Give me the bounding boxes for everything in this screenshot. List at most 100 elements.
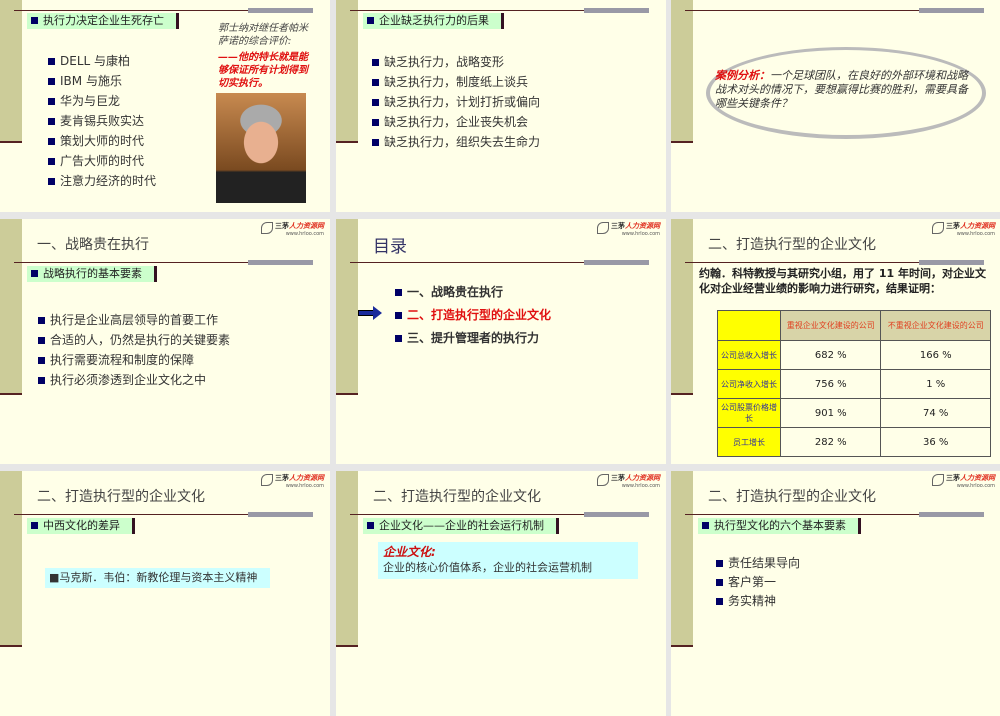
definition-label: 企业文化: — [383, 545, 436, 559]
slide-thumbnail-5[interactable]: 目录 三茅人力资源网 www.hrloo.com 一、战略贵在执行 二、打造执行型… — [336, 219, 666, 464]
slide-title: 二、打造执行型的企业文化 — [708, 237, 876, 253]
table-row: 公司总收入增长 682 % 166 % — [717, 340, 991, 370]
quote-red: ——他的特长就是能够保证所有计划得到切实执行。 — [218, 52, 308, 89]
slide-thumbnail-6[interactable]: 二、打造执行型的企业文化 三茅人力资源网 www.hrloo.com 约翰．科特教… — [671, 219, 1000, 464]
logo-url: www.hrloo.com — [956, 231, 995, 237]
bullet: 执行需要流程和制度的保障 — [38, 351, 194, 368]
logo-url: www.hrloo.com — [621, 231, 660, 237]
divider-bar — [248, 260, 313, 265]
divider-bar — [919, 260, 984, 265]
logo-url: www.hrloo.com — [285, 483, 324, 489]
logo-name: 三茅 — [611, 474, 625, 482]
bullet: 缺乏执行力，企业丧失机会 — [372, 113, 528, 130]
table-corner — [717, 310, 781, 341]
divider-bar — [248, 512, 313, 517]
row-header: 员工增长 — [717, 427, 781, 457]
intro-text: 约翰．科特教授与其研究小组，用了 11 年时间，对企业文化对企业经营业绩的影响力… — [699, 267, 986, 295]
slide-thumbnail-8[interactable]: 二、打造执行型的企业文化 三茅人力资源网 www.hrloo.com 企业文化——… — [336, 471, 666, 716]
slide-side-strip — [336, 0, 358, 143]
slide-header: 执行型文化的六个基本要素 — [698, 518, 861, 534]
table-row: 公司净收入增长 756 % 1 % — [717, 369, 991, 399]
row-header: 公司净收入增长 — [717, 369, 781, 399]
bullet: 注意力经济的时代 — [48, 172, 156, 189]
logo-accent: 人力资源网 — [625, 222, 660, 230]
bullet: 广告大师的时代 — [48, 152, 144, 169]
logo-accent: 人力资源网 — [625, 474, 660, 482]
table-row: 公司股票价格增长 901 % 74 % — [717, 398, 991, 428]
slide-header: 企业缺乏执行力的后果 — [363, 13, 504, 29]
quote-text: 郭士纳对继任者帕米萨诺的综合评价: — [218, 23, 308, 47]
row-header: 公司股票价格增长 — [717, 398, 781, 428]
table-cell: 1 % — [880, 369, 991, 399]
slide-side-strip — [671, 0, 693, 143]
hrloo-logo: 三茅人力资源网 www.hrloo.com — [597, 222, 660, 238]
logo-accent: 人力资源网 — [960, 222, 995, 230]
table-row: 员工增长 282 % 36 % — [717, 427, 991, 457]
bullet: 务实精神 — [716, 592, 776, 609]
toc-item-current: 二、打造执行型的企业文化 — [395, 306, 551, 323]
slide-header: 战略执行的基本要素 — [27, 266, 157, 282]
slide-header: 企业文化——企业的社会运行机制 — [363, 518, 559, 534]
logo-name: 三茅 — [275, 222, 289, 230]
divider-bar — [584, 260, 649, 265]
logo-name: 三茅 — [946, 474, 960, 482]
divider-bar — [584, 512, 649, 517]
bullet: IBM 与施乐 — [48, 72, 122, 89]
toc-item: 一、战略贵在执行 — [395, 283, 503, 300]
bullet: 执行是企业高层领导的首要工作 — [38, 311, 218, 328]
arrow-head — [373, 306, 382, 320]
bullet: 麦肯锡兵败实达 — [48, 112, 144, 129]
slide-side-strip — [671, 219, 693, 395]
slide-thumbnail-2[interactable]: 企业缺乏执行力的后果 缺乏执行力，战略变形 缺乏执行力，制度纸上谈兵 缺乏执行力… — [336, 0, 666, 212]
logo-url: www.hrloo.com — [621, 483, 660, 489]
bullet: 缺乏执行力，计划打折或偏向 — [372, 93, 540, 110]
table-cell: 74 % — [880, 398, 991, 428]
logo-accent: 人力资源网 — [960, 474, 995, 482]
hrloo-logo: 三茅人力资源网 www.hrloo.com — [932, 474, 995, 490]
bullet: 缺乏执行力，战略变形 — [372, 53, 504, 70]
logo-name: 三茅 — [611, 222, 625, 230]
column-header: 重视企业文化建设的公司 — [779, 310, 882, 341]
hrloo-logo: 三茅人力资源网 www.hrloo.com — [932, 222, 995, 238]
slide-header: 执行力决定企业生死存亡 — [27, 13, 179, 29]
definition-box: 企业文化: 企业的核心价值体系，企业的社会运营机制 — [378, 542, 638, 579]
divider-bar — [919, 8, 984, 13]
bullet: 策划大师的时代 — [48, 132, 144, 149]
results-table: 重视企业文化建设的公司 不重视企业文化建设的公司 公司总收入增长 682 % 166… — [717, 310, 991, 457]
table-cell: 682 % — [779, 340, 882, 370]
slide-thumbnail-4[interactable]: 一、战略贵在执行 三茅人力资源网 www.hrloo.com 战略执行的基本要素 … — [0, 219, 330, 464]
slide-title: 二、打造执行型的企业文化 — [373, 489, 541, 505]
slide-thumbnail-7[interactable]: 二、打造执行型的企业文化 三茅人力资源网 www.hrloo.com 中西文化的差… — [0, 471, 330, 716]
column-header: 不重视企业文化建设的公司 — [880, 310, 991, 341]
slide-title: 二、打造执行型的企业文化 — [708, 489, 876, 505]
table-cell: 901 % — [779, 398, 882, 428]
logo-accent: 人力资源网 — [289, 222, 324, 230]
slide-title: 目录 — [373, 237, 407, 257]
logo-url: www.hrloo.com — [956, 483, 995, 489]
quote-box: ■马克斯．韦伯：新教伦理与资本主义精神 — [45, 568, 270, 588]
slide-thumbnail-3[interactable]: 案例分析：一个足球团队，在良好的外部环境和战略战术对头的情况下，要想赢得比赛的胜… — [671, 0, 1000, 212]
slide-title: 二、打造执行型的企业文化 — [37, 489, 205, 505]
slide-thumbnail-9[interactable]: 二、打造执行型的企业文化 三茅人力资源网 www.hrloo.com 执行型文化的… — [671, 471, 1000, 716]
slide-title: 一、战略贵在执行 — [37, 237, 149, 253]
bullet: 缺乏执行力，制度纸上谈兵 — [372, 73, 528, 90]
slide-thumbnail-1[interactable]: 执行力决定企业生死存亡 DELL 与康柏 IBM 与施乐 华为与巨龙 麦肯锡兵败… — [0, 0, 330, 212]
definition-text: 企业的核心价值体系，企业的社会运营机制 — [383, 561, 592, 574]
bullet: 责任结果导向 — [716, 554, 800, 571]
table-cell: 36 % — [880, 427, 991, 457]
arrow-right-icon — [358, 310, 374, 316]
table-cell: 282 % — [779, 427, 882, 457]
bullet: 合适的人，仍然是执行的关键要素 — [38, 331, 230, 348]
slide-side-strip — [0, 471, 22, 647]
table-cell: 756 % — [779, 369, 882, 399]
logo-name: 三茅 — [946, 222, 960, 230]
toc-item: 三、提升管理者的执行力 — [395, 329, 539, 346]
slide-side-strip — [0, 0, 22, 143]
logo-url: www.hrloo.com — [285, 231, 324, 237]
slide-side-strip — [671, 471, 693, 647]
slide-header: 中西文化的差异 — [27, 518, 135, 534]
slide-side-strip — [336, 219, 358, 395]
bullet: DELL 与康柏 — [48, 52, 130, 69]
portrait-photo — [216, 93, 306, 203]
row-header: 公司总收入增长 — [717, 340, 781, 370]
